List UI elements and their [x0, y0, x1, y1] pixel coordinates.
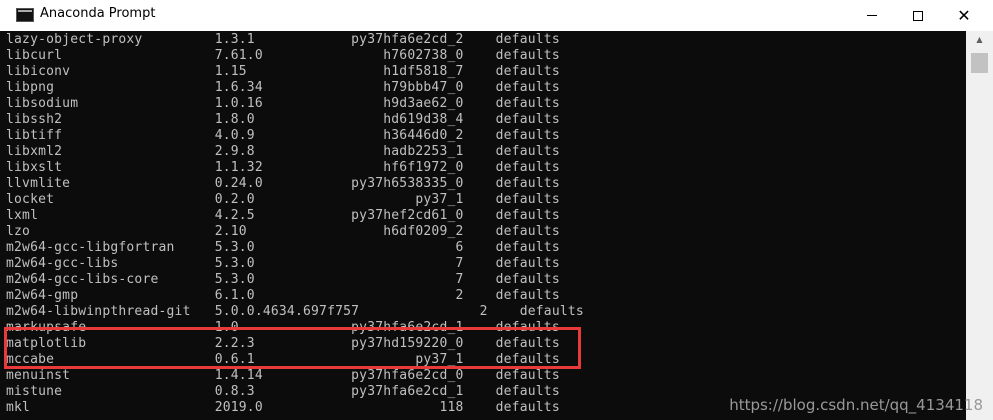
terminal-line: menuinst 1.4.14 py37hfa6e2cd_0 defaults	[6, 368, 560, 383]
vertical-scrollbar[interactable]: ▲	[966, 31, 993, 420]
terminal-line: matplotlib 2.2.3 py37hd159220_0 defaults	[6, 336, 560, 351]
terminal-output[interactable]: lazy-object-proxy 1.3.1 py37hfa6e2cd_2 d…	[0, 31, 966, 420]
terminal-line: markupsafe 1.0 py37hfa6e2cd_1 defaults	[6, 320, 560, 335]
terminal-line: libpng 1.6.34 h79bbb47_0 defaults	[6, 80, 560, 95]
terminal-line: lazy-object-proxy 1.3.1 py37hfa6e2cd_2 d…	[6, 32, 560, 47]
console-icon	[16, 8, 34, 22]
terminal-line: libxslt 1.1.32 hf6f1972_0 defaults	[6, 160, 560, 175]
minimize-button[interactable]	[849, 0, 895, 31]
terminal-line: locket 0.2.0 py37_1 defaults	[6, 192, 560, 207]
terminal-line: libcurl 7.61.0 h7602738_0 defaults	[6, 48, 560, 63]
terminal-line: libtiff 4.0.9 h36446d0_2 defaults	[6, 128, 560, 143]
window-title: Anaconda Prompt	[40, 6, 156, 21]
terminal-line: lzo 2.10 h6df0209_2 defaults	[6, 224, 560, 239]
watermark-text: https://blog.csdn.net/qq_4134118	[729, 396, 983, 414]
terminal-line: mistune 0.8.3 py37hfa6e2cd_1 defaults	[6, 384, 560, 399]
terminal-line: libxml2 2.9.8 hadb2253_1 defaults	[6, 144, 560, 159]
terminal-line: mccabe 0.6.1 py37_1 defaults	[6, 352, 560, 367]
maximize-button[interactable]	[895, 0, 941, 31]
terminal-line: m2w64-gcc-libs 5.3.0 7 defaults	[6, 256, 560, 271]
terminal-line: lxml 4.2.5 py37hef2cd61_0 defaults	[6, 208, 560, 223]
console-window: Anaconda Prompt ✕ lazy-object-proxy 1.3.…	[0, 0, 993, 420]
close-button[interactable]: ✕	[941, 0, 987, 31]
close-icon: ✕	[957, 6, 971, 25]
terminal-line: llvmlite 0.24.0 py37h6538335_0 defaults	[6, 176, 560, 191]
terminal-line: libssh2 1.8.0 hd619d38_4 defaults	[6, 112, 560, 127]
scrollbar-thumb[interactable]	[971, 53, 988, 73]
terminal-line: m2w64-libwinpthread-git 5.0.0.4634.697f7…	[6, 304, 584, 319]
terminal-line: mkl 2019.0 118 defaults	[6, 400, 560, 415]
scroll-up-arrow-icon[interactable]: ▲	[966, 31, 993, 48]
minimize-icon	[867, 15, 877, 16]
terminal-line: m2w64-gmp 6.1.0 2 defaults	[6, 288, 560, 303]
title-bar[interactable]: Anaconda Prompt ✕	[0, 0, 993, 32]
terminal-line: m2w64-gcc-libgfortran 5.3.0 6 defaults	[6, 240, 560, 255]
maximize-icon	[913, 10, 923, 21]
terminal-line: m2w64-gcc-libs-core 5.3.0 7 defaults	[6, 272, 560, 287]
terminal-line: libsodium 1.0.16 h9d3ae62_0 defaults	[6, 96, 560, 111]
terminal-line: libiconv 1.15 h1df5818_7 defaults	[6, 64, 560, 79]
